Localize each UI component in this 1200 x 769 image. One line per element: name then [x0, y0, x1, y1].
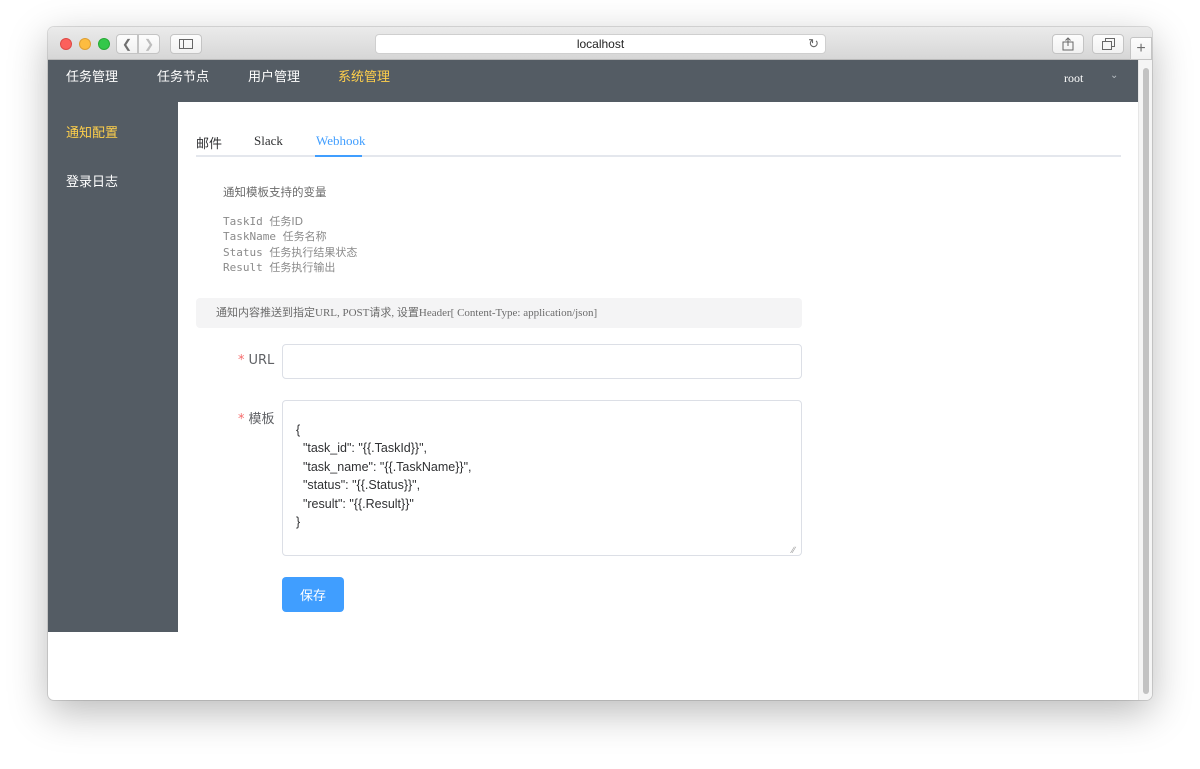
- variable-row: Status 任务执行结果状态: [223, 244, 357, 260]
- url-input[interactable]: [282, 344, 802, 379]
- variable-description: 任务名称: [282, 230, 327, 243]
- sidebar-item-notification-config[interactable]: 通知配置: [66, 122, 118, 141]
- template-textarea[interactable]: { "task_id": "{{.TaskId}}", "task_name":…: [282, 400, 802, 556]
- address-text: localhost: [576, 37, 625, 51]
- variable-name: TaskName: [223, 230, 276, 243]
- webhook-info-alert: 通知内容推送到指定URL, POST请求, 设置Header[ Content-…: [196, 298, 802, 328]
- nav-item-task-nodes[interactable]: 任务节点: [157, 60, 209, 102]
- variable-description: 任务执行输出: [269, 261, 336, 274]
- side-menu: 通知配置 登录日志: [48, 102, 178, 632]
- url-label: * URL: [238, 353, 274, 368]
- variable-description: 任务ID: [269, 215, 304, 228]
- close-window-button[interactable]: [60, 38, 72, 50]
- sidebar-icon: [179, 39, 193, 49]
- reload-icon[interactable]: ↻: [808, 36, 819, 52]
- tab-bar: 邮件 Slack Webhook: [196, 127, 1121, 157]
- new-tab-button[interactable]: +: [1130, 37, 1152, 60]
- chevron-down-icon[interactable]: ⌄: [1110, 70, 1118, 81]
- tabs-icon: [1101, 38, 1115, 50]
- template-label: * 模板: [238, 408, 275, 427]
- nav-item-system-management[interactable]: 系统管理: [338, 60, 390, 102]
- variable-description: 任务执行结果状态: [269, 246, 358, 259]
- required-mark: *: [238, 353, 245, 368]
- minimize-window-button[interactable]: [79, 38, 91, 50]
- variable-row: TaskId 任务ID: [223, 213, 303, 229]
- forward-button[interactable]: ❯: [138, 34, 160, 54]
- share-button[interactable]: [1052, 34, 1084, 54]
- plus-icon: +: [1136, 39, 1146, 57]
- variable-row: TaskName 任务名称: [223, 228, 327, 244]
- zoom-window-button[interactable]: [98, 38, 110, 50]
- template-label-text: 模板: [248, 412, 275, 427]
- back-button[interactable]: ❮: [116, 34, 138, 54]
- variable-name: TaskId: [223, 215, 263, 228]
- active-tab-indicator: [315, 155, 362, 157]
- scrollbar-thumb[interactable]: [1143, 68, 1149, 694]
- tab-slack[interactable]: Slack: [254, 133, 283, 149]
- sidebar-toggle-button[interactable]: [170, 34, 202, 54]
- user-menu[interactable]: root: [1064, 60, 1083, 102]
- nav-item-user-management[interactable]: 用户管理: [248, 60, 300, 102]
- variable-name: Result: [223, 261, 263, 274]
- top-navigation: 任务管理 任务节点 用户管理 系统管理 root ⌄: [48, 60, 1138, 102]
- save-button[interactable]: 保存: [282, 577, 344, 612]
- resize-handle-icon[interactable]: ∕∕: [792, 546, 795, 555]
- address-bar[interactable]: localhost ↻: [375, 34, 826, 54]
- share-icon: [1062, 37, 1074, 51]
- tab-email[interactable]: 邮件: [196, 133, 222, 152]
- variables-help-title: 通知模板支持的变量: [223, 185, 327, 199]
- show-tabs-button[interactable]: [1092, 34, 1124, 54]
- variable-row: Result 任务执行输出: [223, 259, 335, 275]
- variable-name: Status: [223, 246, 263, 259]
- chevron-left-icon: ❮: [121, 37, 133, 51]
- nav-item-task-management[interactable]: 任务管理: [66, 60, 118, 102]
- sidebar-item-login-log[interactable]: 登录日志: [66, 171, 118, 190]
- tab-webhook[interactable]: Webhook: [316, 133, 366, 149]
- chevron-right-icon: ❯: [143, 37, 155, 51]
- required-mark: *: [238, 412, 245, 427]
- browser-window: ❮ ❯ localhost ↻ + 任务管理 任务节点 用户管理 系统管理 ro…: [48, 27, 1152, 700]
- url-label-text: URL: [248, 353, 275, 368]
- title-bar: ❮ ❯ localhost ↻ +: [48, 27, 1152, 60]
- page-scrollbar[interactable]: [1138, 60, 1152, 700]
